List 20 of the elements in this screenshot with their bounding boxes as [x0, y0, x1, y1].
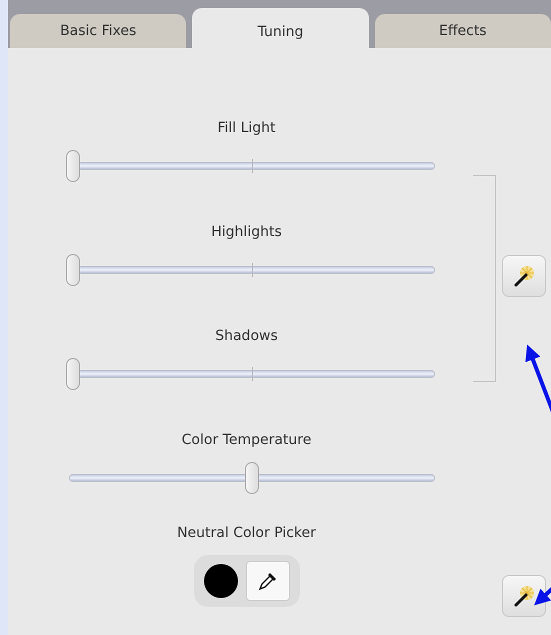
- slider-label: Fill Light: [217, 120, 276, 138]
- annotation-arrow: [525, 344, 551, 413]
- tab[interactable]: Basic Fixes: [10, 14, 186, 48]
- slider-thumb[interactable]: [66, 254, 80, 286]
- slider-label: Color Temperature: [182, 432, 312, 450]
- eyedropper-button[interactable]: [246, 561, 290, 601]
- magic-wand-icon: [512, 584, 536, 608]
- slider-label: Shadows: [215, 328, 278, 346]
- slider-thumb[interactable]: [66, 358, 80, 390]
- auto-fix-button[interactable]: [502, 575, 546, 617]
- slider-thumb[interactable]: [244, 462, 258, 494]
- annotation-arrow: [534, 586, 551, 606]
- auto-fix-button[interactable]: [502, 255, 546, 297]
- eyedropper-icon: [256, 570, 278, 592]
- picker-label: Neutral Color Picker: [177, 525, 316, 543]
- magic-wand-icon: [512, 264, 536, 288]
- tab[interactable]: Effects: [374, 14, 551, 48]
- slider-thumb[interactable]: [66, 150, 80, 182]
- slider-label: Highlights: [211, 224, 282, 242]
- color-swatch: [204, 564, 238, 598]
